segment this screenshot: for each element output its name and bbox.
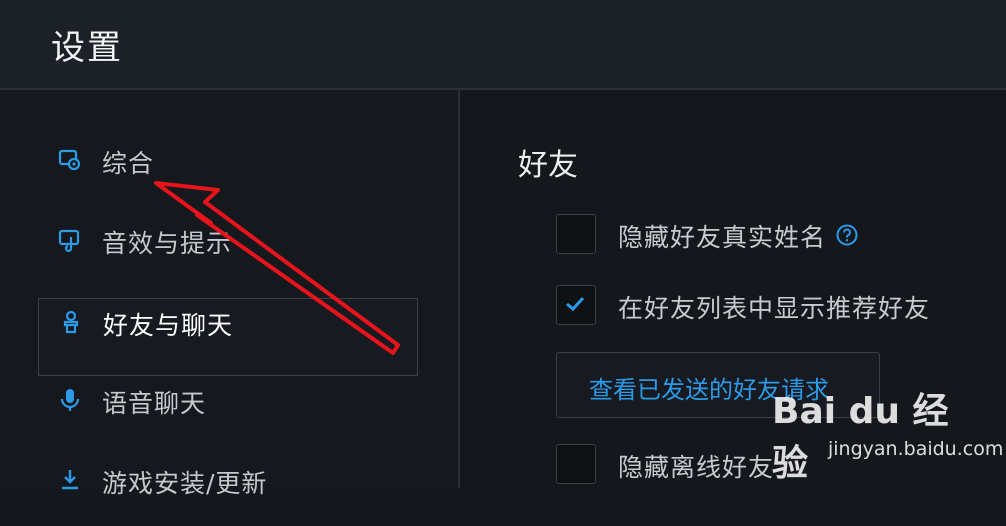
baidu-jingyan-watermark: Bai du 经验 jingyan.baidu.com	[770, 382, 1003, 484]
microphone-icon	[60, 389, 80, 411]
help-icon[interactable]	[836, 224, 858, 246]
download-icon	[62, 470, 78, 490]
sidebar-item-label: 好友与聊天	[103, 311, 234, 340]
settings-sidebar: 综合 音效与提示 好友与聊天 语音聊天 游戏安装/更新	[0, 90, 460, 498]
sidebar-item-general[interactable]: 综合	[38, 128, 418, 206]
sidebar-item-label: 综合	[102, 149, 155, 178]
option-label: 隐藏好友真实姓名	[618, 223, 827, 252]
sidebar-item-label: 语音聊天	[102, 389, 207, 418]
hide-offline-checkbox[interactable]	[556, 444, 596, 484]
general-settings-icon	[58, 149, 81, 171]
hide-real-name-checkbox[interactable]	[556, 214, 596, 254]
option-label: 隐藏离线好友	[618, 453, 775, 482]
sidebar-item-sound[interactable]: 音效与提示	[38, 208, 418, 286]
watermark-url: jingyan.baidu.com	[828, 438, 1004, 460]
show-recommended-checkbox[interactable]	[556, 285, 596, 325]
friends-icon	[63, 310, 79, 334]
sidebar-item-label: 游戏安装/更新	[102, 469, 268, 498]
option-show-recommended-friends: 在好友列表中显示推荐好友	[556, 285, 976, 327]
checkmark-icon	[566, 296, 585, 312]
title-bar: 设置	[0, 0, 1006, 90]
section-title: 好友	[518, 148, 578, 183]
sidebar-item-voice-chat[interactable]: 语音聊天	[38, 368, 418, 446]
option-label: 在好友列表中显示推荐好友	[618, 294, 931, 323]
sidebar-item-label: 音效与提示	[102, 229, 233, 258]
watermark-brand: Bai du 经验	[772, 391, 949, 484]
sound-icon	[58, 229, 80, 252]
page-title: 设置	[51, 28, 123, 68]
sidebar-item-game-install[interactable]: 游戏安装/更新	[38, 448, 418, 526]
sidebar-item-friends-chat[interactable]: 好友与聊天	[38, 298, 418, 376]
option-hide-real-name: 隐藏好友真实姓名	[556, 214, 976, 256]
